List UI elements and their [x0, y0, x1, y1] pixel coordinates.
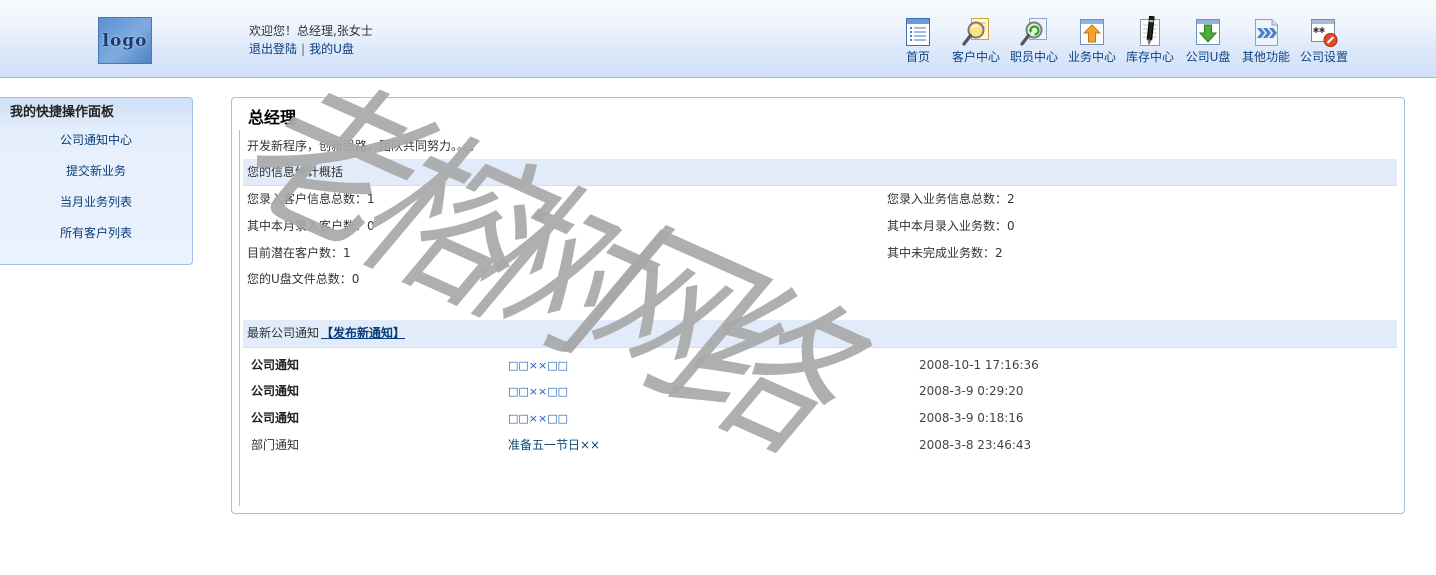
nav-label-other: 其他功能 — [1241, 50, 1290, 64]
stat-monthly-customers: 其中本月录入客户数：0 — [247, 219, 375, 233]
sidebar-item-submit-business[interactable]: 提交新业务 — [0, 156, 192, 187]
notice-type: 公司通知 — [251, 384, 300, 398]
notice-date: 2008-3-9 0:18:16 — [919, 411, 1024, 425]
nav-item-staff[interactable]: 职员中心 — [1005, 16, 1063, 64]
nav-item-settings[interactable]: 公司设置 — [1295, 16, 1353, 64]
settings-icon — [1311, 19, 1338, 47]
stat-total-customers: 您录入客户信息总数：1 — [247, 192, 375, 206]
motto-text: 开发新程序，创新思路，团队共同努力。。。。 — [247, 139, 482, 153]
notice-date: 2008-3-8 23:46:43 — [919, 438, 1032, 452]
notice-date: 2008-3-9 0:29:20 — [919, 384, 1024, 398]
notices-header-label: 最新公司通知 — [247, 326, 320, 340]
nav-label-business: 业务中心 — [1067, 50, 1116, 64]
notice-type: 公司通知 — [251, 358, 300, 372]
welcome-text: 欢迎您！总经理,张女士 — [249, 24, 373, 38]
home-list-icon — [906, 18, 930, 46]
more-arrows-icon — [1255, 19, 1278, 46]
notice-type: 公司通知 — [251, 411, 300, 425]
notice-row: 部门通知 准备五一节日×× 2008-3-8 23:46:43 — [232, 432, 1392, 459]
customer-search-icon — [962, 18, 989, 46]
page-title: 总经理 — [248, 108, 297, 127]
notice-title-link[interactable]: □□××□□ — [508, 352, 568, 379]
nav-item-other[interactable]: 其他功能 — [1237, 16, 1295, 64]
notice-title-link[interactable]: 准备五一节日×× — [508, 432, 600, 459]
stat-unfinished-business: 其中未完成业务数：2 — [887, 246, 1003, 260]
nav-item-business[interactable]: 业务中心 — [1063, 16, 1121, 64]
nav-label-home: 首页 — [905, 50, 930, 64]
quick-actions-list: 公司通知中心 提交新业务 当月业务列表 所有客户列表 — [0, 125, 192, 249]
notice-date: 2008-10-1 17:16:36 — [919, 358, 1039, 372]
my-udisk-link[interactable]: 我的U盘 — [309, 42, 354, 56]
publish-notice-link[interactable]: 【发布新通知】 — [321, 326, 405, 340]
main-panel: 总经理 开发新程序，创新思路，团队共同努力。。。。 您的信息统计概括 您录入客户… — [231, 97, 1405, 514]
stats-header: 您的信息统计概括 — [243, 159, 1397, 186]
nav-item-home[interactable]: 首页 — [889, 16, 947, 64]
stat-potential-customers: 目前潜在客户数：1 — [247, 246, 351, 260]
business-upload-icon — [1080, 19, 1104, 45]
sidebar-item-all-customers[interactable]: 所有客户列表 — [0, 218, 192, 249]
notice-row: 公司通知 □□××□□ 2008-3-9 0:29:20 — [232, 378, 1392, 405]
user-links: 退出登陆 | 我的U盘 — [249, 41, 354, 57]
stat-monthly-business: 其中本月录入业务数：0 — [887, 219, 1015, 233]
notice-row: 公司通知 □□××□□ 2008-3-9 0:18:16 — [232, 405, 1392, 432]
notice-title-link[interactable]: □□××□□ — [508, 378, 568, 405]
company-logo: logo — [98, 17, 152, 64]
staff-search-icon — [1020, 18, 1047, 46]
nav-item-customers[interactable]: 客户中心 — [947, 16, 1005, 64]
quick-actions-panel: 我的快捷操作面板 公司通知中心 提交新业务 当月业务列表 所有客户列表 — [0, 97, 193, 265]
notices-header: 最新公司通知 【发布新通知】 — [243, 320, 1397, 348]
notice-type: 部门通知 — [251, 438, 300, 452]
logout-link[interactable]: 退出登陆 — [249, 42, 297, 56]
link-separator: | — [301, 42, 306, 56]
nav-label-inventory: 库存中心 — [1125, 50, 1174, 64]
quick-actions-title: 我的快捷操作面板 — [10, 105, 115, 120]
notice-row: 公司通知 □□××□□ 2008-10-1 17:16:36 — [232, 352, 1392, 379]
stat-udisk-files: 您的U盘文件总数：0 — [247, 272, 360, 286]
top-header: logo 欢迎您！总经理,张女士 退出登陆 | 我的U盘 首页 客户中心 职员中… — [0, 0, 1436, 78]
stat-total-business: 您录入业务信息总数：2 — [887, 192, 1015, 206]
nav-label-udisk: 公司U盘 — [1185, 50, 1231, 64]
udisk-download-icon — [1196, 19, 1220, 45]
inventory-pen-icon — [1140, 16, 1160, 46]
nav-label-staff: 职员中心 — [1009, 50, 1058, 64]
nav-item-inventory[interactable]: 库存中心 — [1121, 16, 1179, 64]
notice-title-link[interactable]: □□××□□ — [508, 405, 568, 432]
sidebar-item-monthly-business[interactable]: 当月业务列表 — [0, 187, 192, 218]
nav-label-settings: 公司设置 — [1299, 50, 1348, 64]
nav-item-udisk[interactable]: 公司U盘 — [1179, 16, 1237, 64]
main-nav: 首页 客户中心 职员中心 业务中心 库存中心 公司U盘 其他功能 公司设置 — [889, 16, 1353, 64]
sidebar-item-notices[interactable]: 公司通知中心 — [0, 125, 192, 156]
nav-label-customers: 客户中心 — [951, 50, 1000, 64]
